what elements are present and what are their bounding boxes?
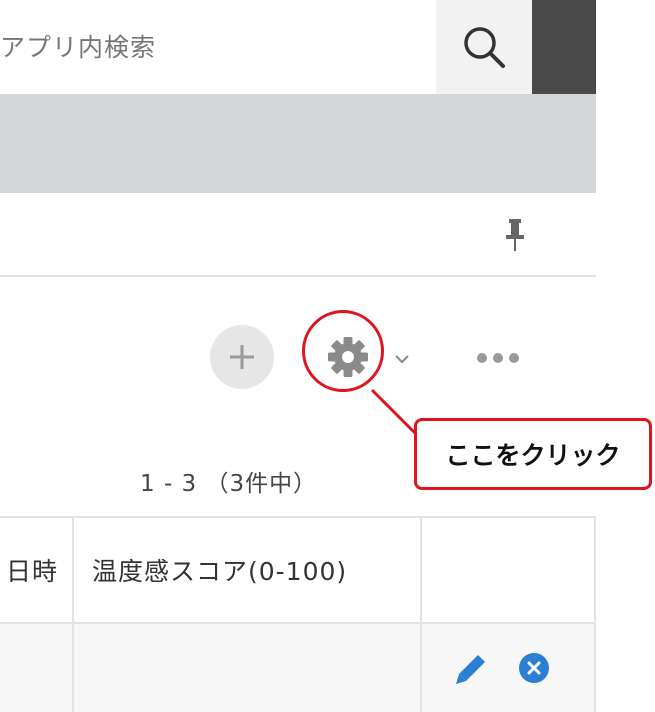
close-circle-icon[interactable] bbox=[518, 652, 550, 684]
pin-icon[interactable] bbox=[504, 218, 526, 252]
table-header-row: 日時 温度感スコア(0-100) bbox=[0, 516, 596, 624]
dot bbox=[477, 353, 487, 363]
column-divider bbox=[420, 516, 422, 712]
pencil-icon[interactable] bbox=[454, 652, 488, 686]
column-divider bbox=[72, 516, 74, 712]
settings-button[interactable] bbox=[316, 325, 380, 389]
add-record-button[interactable] bbox=[210, 325, 274, 389]
app-header-band bbox=[0, 94, 596, 193]
records-table: 日時 温度感スコア(0-100) bbox=[0, 516, 596, 712]
dot bbox=[493, 353, 503, 363]
table-row[interactable] bbox=[0, 624, 596, 712]
search-input[interactable] bbox=[0, 0, 436, 94]
more-options-button[interactable] bbox=[470, 345, 526, 371]
column-header-temperature-score[interactable]: 温度感スコア(0-100) bbox=[92, 552, 347, 588]
column-header-datetime[interactable]: 日時 bbox=[6, 552, 58, 588]
dot bbox=[509, 353, 519, 363]
header-dark-block bbox=[532, 0, 596, 94]
pagination-count: 1 - 3 （3件中） bbox=[140, 471, 318, 497]
column-divider bbox=[594, 516, 596, 712]
callout-text: ここをクリック bbox=[445, 441, 621, 470]
callout-box: ここをクリック bbox=[414, 418, 652, 490]
plus-icon bbox=[230, 345, 254, 369]
chevron-down-icon[interactable] bbox=[394, 350, 410, 364]
search-icon bbox=[464, 27, 505, 68]
search-button[interactable] bbox=[436, 0, 532, 94]
gear-icon bbox=[328, 337, 368, 377]
